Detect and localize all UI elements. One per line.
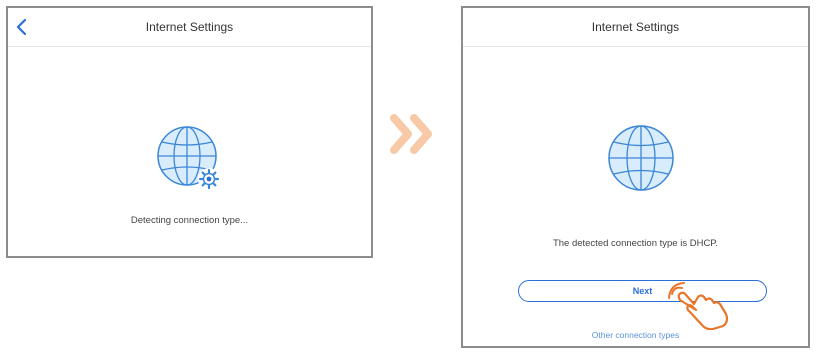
title-bar: Internet Settings	[8, 8, 371, 47]
other-connection-types-link[interactable]: Other connection types	[463, 330, 808, 340]
result-screen: Internet Settings The detected connectio…	[461, 6, 810, 348]
page-title: Internet Settings	[591, 20, 680, 34]
pointer-hand-icon	[668, 282, 729, 330]
double-chevron-icon	[390, 114, 432, 154]
gear-icon	[198, 168, 220, 190]
page-title: Internet Settings	[145, 20, 234, 34]
status-text: The detected connection type is DHCP.	[552, 238, 719, 249]
globe-icon	[157, 126, 220, 190]
globe-icon	[608, 125, 674, 191]
title-bar: Internet Settings	[463, 8, 808, 47]
status-text: Detecting connection type...	[130, 215, 249, 226]
detecting-screen: Internet Settings Detecting connection t	[6, 6, 373, 258]
